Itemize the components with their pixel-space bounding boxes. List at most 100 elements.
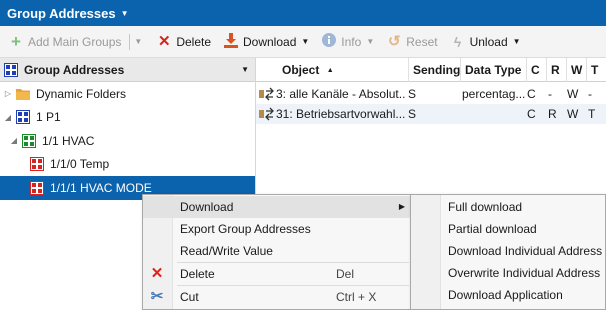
unload-button[interactable]: ϟ Unload ▼ <box>446 30 525 54</box>
column-header-r[interactable]: R <box>546 58 566 82</box>
chevron-down-icon[interactable]: ▼ <box>241 65 249 74</box>
menu-item-delete[interactable]: ✕ Delete Del <box>143 263 411 285</box>
info-icon <box>321 33 337 50</box>
unload-label: Unload <box>469 34 508 49</box>
column-header-t[interactable]: T <box>586 58 606 82</box>
expanded-triangle-icon[interactable]: ◢ <box>2 113 14 122</box>
context-menu: Download ▶ Export Group Addresses Read/W… <box>142 194 412 310</box>
group-object-icon <box>259 87 274 101</box>
reset-icon: ↺ <box>387 32 401 50</box>
plus-icon: + <box>11 31 21 51</box>
tree-item-middle-group[interactable]: ◢ 1/1 HVAC <box>0 129 255 153</box>
menu-item-label: Export Group Addresses <box>180 222 311 236</box>
cell-data-type <box>462 104 526 124</box>
menu-item-export-group-addresses[interactable]: Export Group Addresses <box>143 218 411 240</box>
info-label: Info <box>341 34 362 49</box>
cell-w: W <box>567 87 579 101</box>
tree-item-group-address[interactable]: 1/1/0 Temp <box>0 153 255 177</box>
info-chevron-down-icon: ▼ <box>366 37 375 46</box>
download-button[interactable]: Download ▼ <box>219 30 313 54</box>
menu-item-label: Download Individual Address <box>448 244 603 258</box>
tree-item-label: 1/1/1 HVAC MODE <box>50 180 152 195</box>
cell-sending: S <box>408 107 417 121</box>
expanded-triangle-icon[interactable]: ◢ <box>8 136 20 145</box>
delete-label: Delete <box>176 34 211 49</box>
download-arrow-icon <box>223 32 239 51</box>
delete-x-icon: ✕ <box>150 265 164 282</box>
menu-item-cut[interactable]: ✂ Cut Ctrl + X <box>143 286 411 308</box>
tree-item-label: 1/1/0 Temp <box>50 157 110 172</box>
chevron-down-icon[interactable]: ▼ <box>121 9 129 18</box>
tree-item-label: 1 P1 <box>36 110 61 125</box>
middle-group-icon <box>22 133 36 148</box>
add-dropdown-chevron-icon[interactable]: ▼ <box>134 37 142 46</box>
column-header-data-type[interactable]: Data Type <box>460 58 526 82</box>
cell-c: C <box>527 87 536 101</box>
menu-item-download-individual-address[interactable]: Download Individual Address <box>411 240 605 262</box>
menu-item-label: Cut <box>180 290 199 304</box>
group-address-icon <box>30 157 44 172</box>
menu-item-full-download[interactable]: Full download <box>411 196 605 218</box>
grid-header: Object ▲ Sending Data Type C R W T <box>256 58 606 82</box>
group-address-icon <box>30 180 44 195</box>
add-main-groups-button[interactable]: + Add Main Groups <box>4 30 125 54</box>
cell-t: - <box>588 87 592 101</box>
menu-item-shortcut: Del <box>336 267 355 281</box>
column-label: Object <box>282 63 320 77</box>
column-header-object[interactable]: Object ▲ <box>256 58 408 82</box>
cell-object: 31: Betriebsartvorwahl... <box>276 107 406 121</box>
tree-item-label: 1/1 HVAC <box>42 133 95 148</box>
tree-item-label: Dynamic Folders <box>36 86 127 101</box>
toolbar-separator <box>129 33 131 50</box>
cell-sending: S <box>408 87 417 101</box>
delete-button[interactable]: ✕ Delete <box>152 30 215 54</box>
folder-icon <box>16 88 30 100</box>
tree-item-main-group[interactable]: ◢ 1 P1 <box>0 106 255 130</box>
menu-item-label: Delete <box>180 267 215 281</box>
delete-x-icon: ✕ <box>158 32 171 50</box>
cell-r: R <box>548 107 557 121</box>
tree-item-dynamic-folders[interactable]: ▷ Dynamic Folders <box>0 82 255 106</box>
submenu-arrow-icon: ▶ <box>398 202 405 211</box>
menu-item-label: Download Application <box>448 288 563 302</box>
menu-item-label: Partial download <box>448 222 537 236</box>
download-chevron-down-icon: ▼ <box>301 37 310 46</box>
reset-label: Reset <box>406 34 438 49</box>
column-label: W <box>571 63 583 77</box>
tree-panel-title: Group Addresses <box>24 62 125 77</box>
group-object-icon <box>259 107 274 121</box>
download-submenu: Full download Partial download Download … <box>410 194 606 310</box>
grid-icon <box>4 62 18 77</box>
scissors-icon: ✂ <box>150 288 164 305</box>
menu-item-download[interactable]: Download ▶ <box>143 196 411 218</box>
unload-lightning-icon: ϟ <box>453 33 462 50</box>
column-label: Data Type <box>465 63 522 77</box>
column-label: R <box>551 63 560 77</box>
menu-item-download-application[interactable]: Download Application <box>411 284 605 306</box>
menu-item-read-write-value[interactable]: Read/Write Value <box>143 240 411 262</box>
column-header-c[interactable]: C <box>526 58 546 82</box>
menu-item-label: Full download <box>448 200 523 214</box>
table-row[interactable]: 31: Betriebsartvorwahl... S C R W T <box>256 104 606 124</box>
sort-ascending-icon: ▲ <box>326 67 334 74</box>
collapsed-triangle-icon[interactable]: ▷ <box>2 89 14 98</box>
download-label: Download <box>243 34 297 49</box>
menu-item-label: Overwrite Individual Address <box>448 266 601 280</box>
info-button[interactable]: Info ▼ <box>317 30 378 54</box>
cell-object: 3: alle Kanäle - Absolut... <box>276 87 406 101</box>
column-header-sending[interactable]: Sending <box>408 58 460 82</box>
column-label: C <box>531 63 540 77</box>
menu-item-overwrite-individual-address[interactable]: Overwrite Individual Address <box>411 262 605 284</box>
menu-item-shortcut: Ctrl + X <box>336 290 377 304</box>
reset-button[interactable]: ↺ Reset <box>382 30 441 54</box>
table-row[interactable]: 3: alle Kanäle - Absolut... S percentag.… <box>256 84 606 104</box>
window-title-bar[interactable]: Group Addresses ▼ <box>0 0 606 26</box>
cell-w: W <box>567 107 579 121</box>
cell-t: T <box>588 107 596 121</box>
tree-panel-header[interactable]: Group Addresses ▼ <box>0 58 255 82</box>
menu-item-label: Read/Write Value <box>180 244 273 258</box>
column-header-w[interactable]: W <box>566 58 586 82</box>
window-title: Group Addresses <box>7 5 116 21</box>
menu-item-partial-download[interactable]: Partial download <box>411 218 605 240</box>
cell-data-type: percentag... <box>462 87 526 101</box>
